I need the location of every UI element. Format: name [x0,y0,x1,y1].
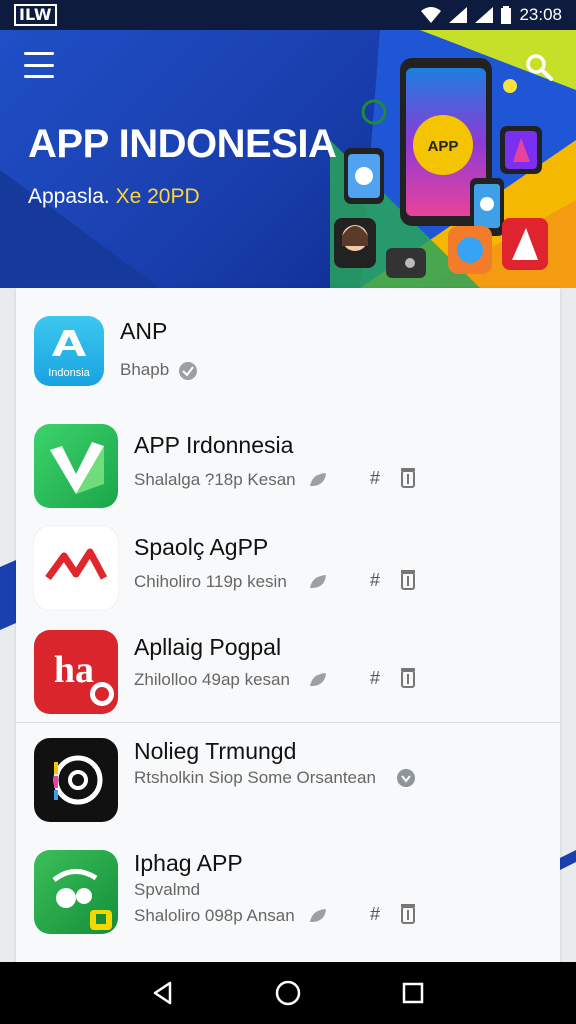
list-item[interactable]: Nolieg Trmungd Rtsholkin Siop Some Orsan… [16,738,560,838]
app-list: Indonsia ANP Bhapb APP Irdonnesia Shalal… [16,288,560,962]
recents-icon [403,982,424,1004]
app-icon-indonesia: Indonsia [34,316,104,386]
trash-icon[interactable] [398,902,418,924]
list-item[interactable]: Spaolç AgPP Chiholiro 119p kesin # [16,526,560,626]
leaf-icon [310,673,326,686]
hero-phone-illustration: APP [334,58,548,278]
page-title: APP INDONESIA [28,122,337,166]
decorative-stripe-left [0,560,16,630]
hash-icon[interactable]: # [370,904,390,926]
status-icons: 23:08 [421,5,562,25]
app-meta: Rtsholkin Siop Some Orsantean [134,768,376,787]
app-icon-green-chat [34,850,118,934]
hash-icon[interactable]: # [370,570,390,592]
signal-icon [449,7,468,23]
leaf-icon [310,909,326,922]
leaf-icon [310,575,326,588]
back-icon [153,981,171,1005]
hash-icon[interactable]: # [370,468,390,490]
chevron-down-icon[interactable] [396,768,416,788]
back-button[interactable] [148,978,178,1008]
app-name: APP Irdonnesia [134,432,294,458]
list-item[interactable]: Indonsia ANP Bhapb [16,316,560,416]
app-icon-camera [34,738,118,822]
hero-app-badge: APP [428,138,459,155]
recents-button[interactable] [398,978,428,1008]
list-item[interactable]: Iphag APP Spvalmd Shaloliro 098p Ansan # [16,850,560,962]
wifi-icon [421,7,442,23]
list-item[interactable]: ha Apllaig Pogpal Zhilolloo 49ap kesan # [16,630,560,730]
app-icon-green [34,424,118,508]
app-meta: Shalalga ?18p Kesan [134,470,296,489]
app-icon-ha: ha [34,630,118,714]
app-name: Nolieg Trmungd [134,738,297,764]
trash-icon[interactable] [398,466,418,488]
home-button[interactable] [273,978,303,1008]
app-meta: Chiholiro 119p kesin [134,572,287,591]
home-icon [275,980,301,1006]
app-icon-red-wave [34,526,118,610]
system-nav-bar [0,962,576,1024]
battery-icon [501,6,512,24]
status-time: 23:08 [519,5,562,24]
app-meta: Zhilolloo 49ap kesan [134,670,290,689]
leaf-icon [310,473,326,486]
status-bar: ILW 23:08 [0,0,576,30]
trash-icon[interactable] [398,568,418,590]
app-name: ANP [120,318,168,344]
verified-icon [179,362,197,380]
app-meta: Bhapb [120,360,170,379]
app-icon-label: Indonsia [48,367,90,379]
signal-icon-2 [475,7,494,23]
list-item[interactable]: APP Irdonnesia Shalalga ?18p Kesan # [16,424,560,524]
app-icon-label: ha [54,649,94,691]
app-meta: Shaloliro 098p Ansan [134,906,295,925]
trash-icon[interactable] [398,666,418,688]
page-subtitle: Appasla. Xe 20PD [28,185,200,209]
section-divider [16,722,560,723]
subtitle-accent: Xe 20PD [115,185,200,208]
app-name: Apllaig Pogpal [134,634,282,660]
subtitle-prefix: Appasla. [28,185,116,208]
status-app-label: ILW [14,4,57,26]
app-meta-line1: Spvalmd [134,880,201,899]
app-name: Spaolç AgPP [134,534,269,560]
menu-icon[interactable] [24,52,54,78]
header-banner: APP INDONESIA Appasla. Xe 20PD APP [0,30,576,288]
decorative-stripe-right [560,850,576,870]
app-name: Iphag APP [134,850,243,876]
hash-icon[interactable]: # [370,668,390,690]
